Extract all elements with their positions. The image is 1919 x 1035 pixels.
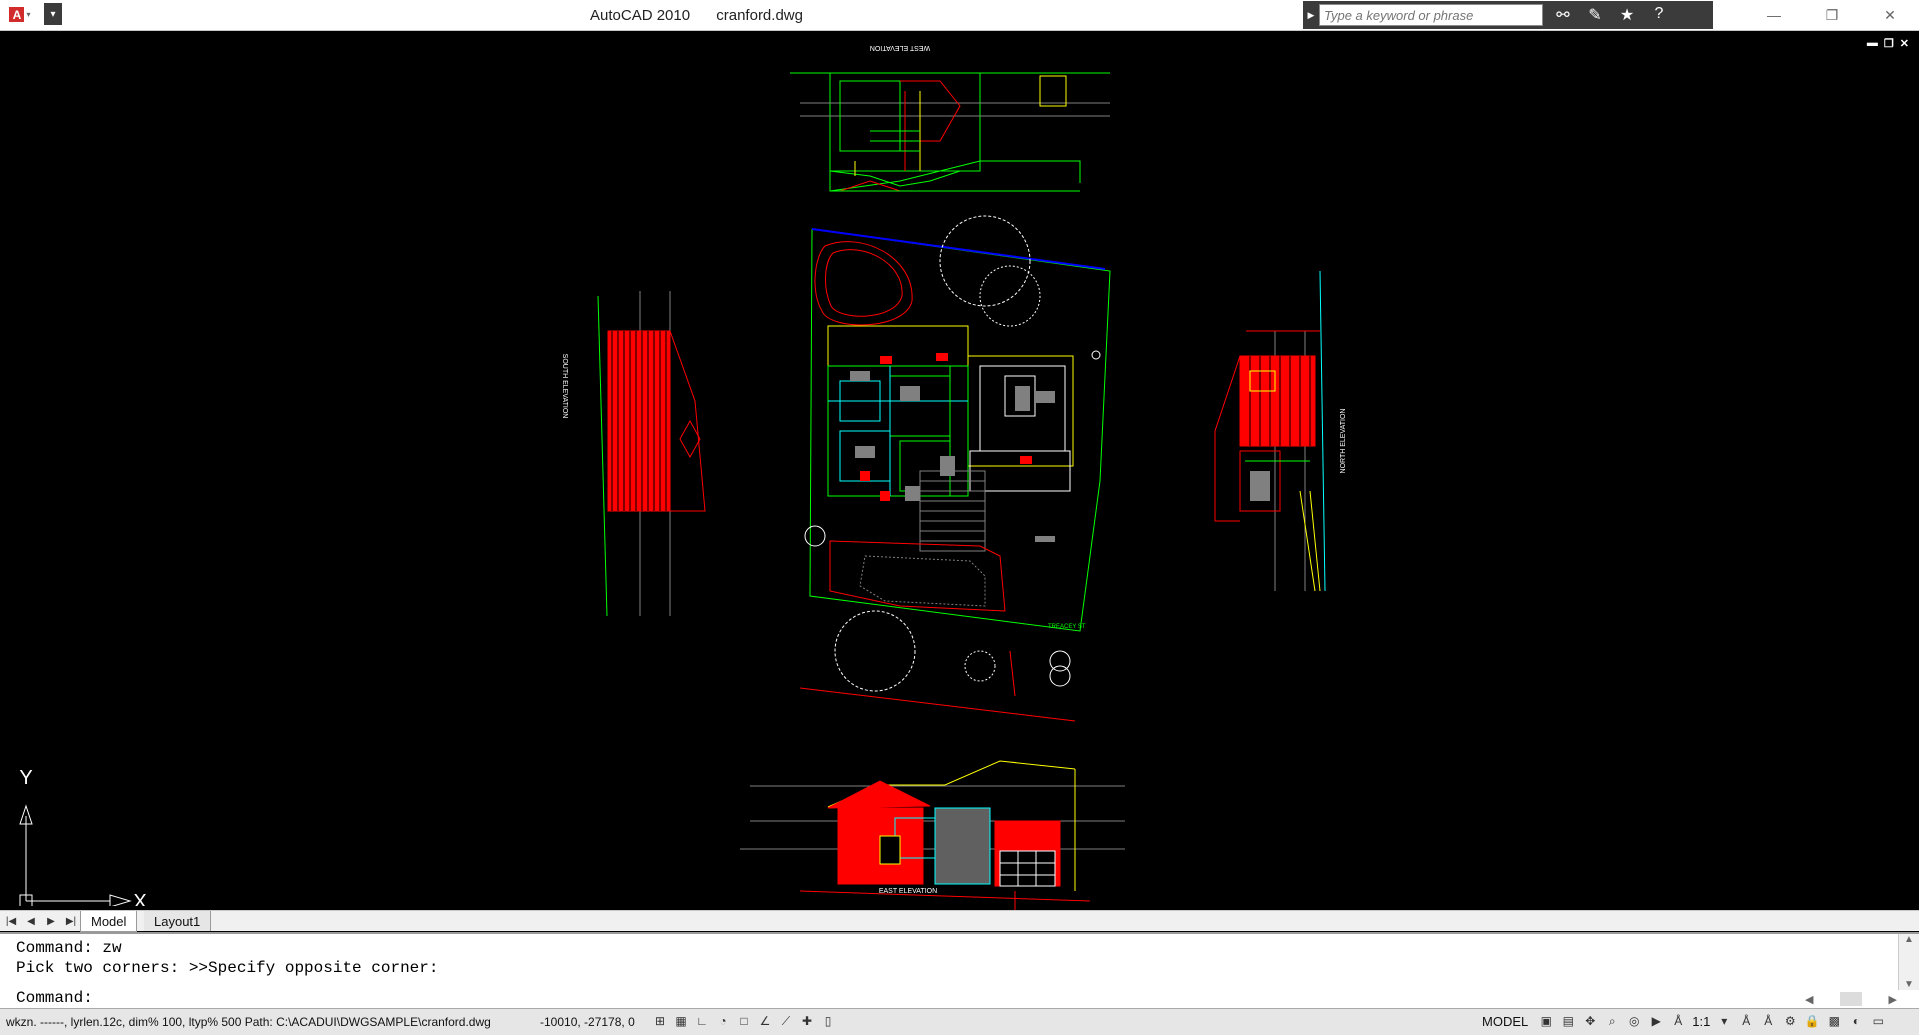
command-horizontal-scrollbar[interactable]: ◀ ▶ bbox=[1805, 990, 1897, 1008]
status-path-text: wkzn. ------, lyrlen.12c, dim% 100, ltyp… bbox=[6, 1015, 491, 1029]
scroll-left-icon[interactable]: ◀ bbox=[1805, 993, 1813, 1006]
south-elevation-label: SOUTH ELEVATION bbox=[561, 354, 568, 419]
infocenter-toolbar: ▶ ⚯ ✎ ★ ? bbox=[1303, 1, 1713, 29]
west-elevation bbox=[790, 72, 1110, 192]
annotation-visibility-icon[interactable]: Å bbox=[1738, 1013, 1754, 1029]
autocad-logo-icon: A bbox=[9, 7, 25, 22]
window-title: AutoCAD 2010 cranford.dwg bbox=[590, 7, 825, 24]
communication-center-icon[interactable]: ✎ bbox=[1583, 5, 1607, 25]
drawing-viewport[interactable]: ▬ ❐ ✕ WEST ELEVATION TREACEY ST SOUTH EL… bbox=[0, 31, 1919, 910]
north-elevation bbox=[1214, 270, 1326, 592]
scroll-right-icon[interactable]: ▶ bbox=[1889, 993, 1897, 1006]
layout-tabs-bar: |◀ ◀ ▶ ▶| Model Layout1 bbox=[0, 910, 1919, 932]
quick-view-drawings-icon[interactable]: ▤ bbox=[1560, 1013, 1576, 1029]
status-bar: wkzn. ------, lyrlen.12c, dim% 100, ltyp… bbox=[0, 1008, 1919, 1035]
first-tab-icon[interactable]: |◀ bbox=[2, 913, 20, 929]
search-input[interactable] bbox=[1319, 4, 1543, 26]
chevron-down-icon: ▾ bbox=[26, 10, 31, 19]
last-tab-icon[interactable]: ▶| bbox=[62, 913, 80, 929]
osnap-icon[interactable]: □ bbox=[736, 1013, 752, 1029]
next-tab-icon[interactable]: ▶ bbox=[42, 913, 60, 929]
zoom-icon[interactable]: ⌕ bbox=[1604, 1013, 1620, 1029]
ortho-icon[interactable]: ∟ bbox=[694, 1013, 710, 1029]
street-label: TREACEY ST bbox=[1048, 624, 1086, 630]
polar-icon[interactable]: ◔ bbox=[715, 1013, 731, 1029]
model-space-button[interactable]: MODEL bbox=[1482, 1014, 1528, 1029]
north-elevation-label: NORTH ELEVATION bbox=[1340, 409, 1347, 474]
app-name: AutoCAD 2010 bbox=[590, 7, 691, 24]
showmotion-icon[interactable]: ▶ bbox=[1648, 1013, 1664, 1029]
command-line-input[interactable]: Command: bbox=[16, 989, 93, 1007]
command-history-line: Pick two corners: >>Specify opposite cor… bbox=[16, 959, 439, 977]
command-scrollbar[interactable]: ▲ ▼ bbox=[1898, 934, 1919, 990]
workspace-switching-icon[interactable]: ⚙ bbox=[1782, 1013, 1798, 1029]
favorites-star-icon[interactable]: ★ bbox=[1615, 5, 1639, 25]
hardware-acceleration-icon[interactable]: ▩ bbox=[1826, 1013, 1842, 1029]
dyn-icon[interactable]: ✚ bbox=[799, 1013, 815, 1029]
south-elevation bbox=[597, 291, 706, 617]
file-name: cranford.dwg bbox=[716, 7, 803, 24]
minimize-icon[interactable]: — bbox=[1745, 0, 1803, 30]
otrack-icon[interactable]: ∠ bbox=[757, 1013, 773, 1029]
annotation-scale-icon[interactable]: Å bbox=[1670, 1013, 1686, 1029]
scroll-up-icon[interactable]: ▲ bbox=[1904, 934, 1914, 945]
steering-wheel-icon[interactable]: ◎ bbox=[1626, 1013, 1642, 1029]
ducs-icon[interactable]: ⟋ bbox=[778, 1013, 794, 1029]
annotation-scale-value[interactable]: 1:1 bbox=[1692, 1014, 1710, 1029]
help-icon[interactable]: ? bbox=[1647, 5, 1671, 25]
lock-icon[interactable]: 🔒 bbox=[1804, 1013, 1820, 1029]
ucs-icon: Y X bbox=[19, 767, 147, 906]
lwt-icon[interactable]: ▯ bbox=[820, 1013, 836, 1029]
clean-screen-icon[interactable]: ▭ bbox=[1870, 1013, 1886, 1029]
tab-model[interactable]: Model bbox=[80, 911, 138, 932]
isolate-objects-icon[interactable]: ◐ bbox=[1848, 1013, 1864, 1029]
west-elevation-label: WEST ELEVATION bbox=[870, 44, 930, 51]
snap-icon[interactable]: ⊞ bbox=[652, 1013, 668, 1029]
ucs-x-label: X bbox=[133, 891, 146, 906]
grid-icon[interactable]: ▦ bbox=[673, 1013, 689, 1029]
chevron-down-icon[interactable]: ▾ bbox=[1716, 1013, 1732, 1029]
cad-drawing: WEST ELEVATION TREACEY ST SOUTH ELEVATIO… bbox=[561, 44, 1347, 910]
quick-access-dropdown[interactable]: ▾ bbox=[44, 3, 62, 25]
east-elevation-label: EAST ELEVATION bbox=[879, 888, 937, 895]
application-menu-button[interactable]: A ▾ bbox=[2, 2, 38, 27]
coordinate-display[interactable]: -10010, -27178, 0 bbox=[540, 1015, 635, 1029]
command-window: Command: zw Pick two corners: >>Specify … bbox=[0, 932, 1919, 1008]
site-plan bbox=[799, 215, 1111, 722]
command-history: Command: zw Pick two corners: >>Specify … bbox=[16, 938, 438, 978]
ucs-y-label: Y bbox=[19, 767, 32, 789]
scroll-down-icon[interactable]: ▼ bbox=[1904, 979, 1914, 990]
title-bar: A ▾ ▾ AutoCAD 2010 cranford.dwg ▶ ⚯ ✎ ★ … bbox=[0, 0, 1919, 31]
close-icon[interactable]: ✕ bbox=[1861, 0, 1919, 30]
prev-tab-icon[interactable]: ◀ bbox=[22, 913, 40, 929]
expand-arrow-icon[interactable]: ▶ bbox=[1303, 2, 1319, 28]
tab-layout1[interactable]: Layout1 bbox=[144, 911, 212, 931]
command-history-line: Command: zw bbox=[16, 939, 122, 957]
scroll-thumb[interactable] bbox=[1840, 992, 1862, 1006]
binoculars-icon[interactable]: ⚯ bbox=[1551, 5, 1575, 25]
quick-view-layouts-icon[interactable]: ▣ bbox=[1538, 1013, 1554, 1029]
restore-icon[interactable]: ❐ bbox=[1803, 0, 1861, 30]
pan-icon[interactable]: ✥ bbox=[1582, 1013, 1598, 1029]
auto-scale-icon[interactable]: Å bbox=[1760, 1013, 1776, 1029]
